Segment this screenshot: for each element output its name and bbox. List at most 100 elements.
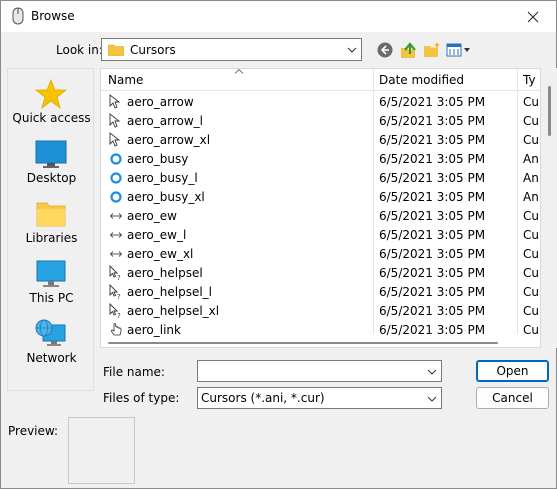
open-button[interactable]: Open bbox=[476, 360, 549, 382]
file-date: 6/5/2021 3:05 PM bbox=[379, 209, 486, 223]
file-row[interactable]: aero_busy 6/5/2021 3:05 PM An bbox=[101, 150, 540, 169]
column-header-name[interactable]: Name bbox=[108, 73, 143, 87]
file-row[interactable]: aero_arrow_xl 6/5/2021 3:05 PM Cu bbox=[101, 131, 540, 150]
places-bar: Quick access Desktop Libraries This PC N… bbox=[7, 68, 94, 391]
place-quick-access[interactable]: Quick access bbox=[8, 73, 95, 129]
file-type-select[interactable]: Cursors (*.ani, *.cur) bbox=[197, 387, 442, 409]
vertical-scrollbar[interactable] bbox=[541, 68, 557, 348]
file-name: aero_ew_xl bbox=[127, 247, 194, 261]
libraries-folder-icon bbox=[36, 202, 66, 227]
cursor-arrow-icon bbox=[109, 132, 121, 147]
file-list[interactable]: Name Date modified Ty aero_arrow 6/5/2021… bbox=[100, 68, 541, 348]
file-name: aero_helpsel_xl bbox=[127, 304, 220, 318]
file-name: aero_busy_xl bbox=[127, 190, 205, 204]
sort-up-icon bbox=[235, 69, 243, 74]
file-type-value: Cursors (*.ani, *.cur) bbox=[201, 391, 325, 405]
cursor-help-icon: ? bbox=[109, 265, 121, 281]
folder-icon bbox=[108, 44, 124, 56]
horizontal-scrollbar[interactable] bbox=[100, 337, 541, 347]
file-row[interactable]: aero_busy_xl 6/5/2021 3:05 PM An bbox=[101, 188, 540, 207]
new-folder-icon bbox=[424, 42, 441, 57]
file-row[interactable]: aero_ew 6/5/2021 3:05 PM Cu bbox=[101, 207, 540, 226]
close-button[interactable] bbox=[510, 1, 556, 32]
file-date: 6/5/2021 3:05 PM bbox=[379, 247, 486, 261]
preview-pane bbox=[68, 417, 135, 484]
svg-text:?: ? bbox=[117, 293, 121, 300]
file-type: Cu bbox=[523, 285, 539, 299]
file-name: aero_ew_l bbox=[127, 228, 187, 242]
cursor-busy-icon bbox=[110, 191, 122, 203]
list-header: Name Date modified Ty bbox=[101, 69, 540, 91]
close-icon bbox=[527, 11, 539, 22]
file-row[interactable]: aero_ew_l 6/5/2021 3:05 PM Cu bbox=[101, 226, 540, 245]
up-folder-button[interactable] bbox=[399, 39, 419, 61]
place-label: This PC bbox=[29, 291, 74, 305]
place-this-pc[interactable]: This PC bbox=[8, 253, 95, 309]
cursor-ew-icon bbox=[109, 232, 123, 238]
window-title: Browse bbox=[31, 9, 75, 23]
file-date: 6/5/2021 3:05 PM bbox=[379, 228, 486, 242]
file-type: Cu bbox=[523, 304, 539, 318]
file-row[interactable]: aero_ew_xl 6/5/2021 3:05 PM Cu bbox=[101, 245, 540, 264]
chevron-down-icon[interactable] bbox=[343, 39, 361, 60]
file-date: 6/5/2021 3:05 PM bbox=[379, 285, 486, 299]
file-row[interactable]: aero_arrow_l 6/5/2021 3:05 PM Cu bbox=[101, 112, 540, 131]
file-type: Cu bbox=[523, 114, 539, 128]
desktop-icon bbox=[35, 140, 67, 168]
place-network[interactable]: Network bbox=[8, 313, 95, 369]
cursor-ew-icon bbox=[109, 251, 123, 257]
file-type: An bbox=[523, 190, 539, 204]
cursor-ew-icon bbox=[109, 213, 123, 219]
cursor-busy-icon bbox=[110, 153, 122, 165]
file-date: 6/5/2021 3:05 PM bbox=[379, 266, 486, 280]
file-date: 6/5/2021 3:05 PM bbox=[379, 323, 486, 337]
file-date: 6/5/2021 3:05 PM bbox=[379, 304, 486, 318]
file-row[interactable]: aero_busy_l 6/5/2021 3:05 PM An bbox=[101, 169, 540, 188]
chevron-down-icon[interactable] bbox=[423, 388, 441, 409]
look-in-label: Look in: bbox=[56, 43, 103, 57]
file-name: aero_busy bbox=[127, 152, 189, 166]
file-type: Cu bbox=[523, 95, 539, 109]
file-type: Cu bbox=[523, 266, 539, 280]
file-type: Cu bbox=[523, 133, 539, 147]
file-type: Cu bbox=[523, 247, 539, 261]
file-type: An bbox=[523, 171, 539, 185]
file-type: Cu bbox=[523, 228, 539, 242]
file-name-combo[interactable] bbox=[197, 360, 442, 382]
file-date: 6/5/2021 3:05 PM bbox=[379, 152, 486, 166]
new-folder-button[interactable] bbox=[422, 39, 442, 61]
horizontal-scroll-thumb[interactable] bbox=[108, 342, 498, 344]
network-icon bbox=[35, 319, 66, 346]
file-type: Cu bbox=[523, 323, 539, 337]
back-button[interactable] bbox=[375, 39, 395, 61]
svg-text:?: ? bbox=[117, 312, 121, 319]
place-desktop[interactable]: Desktop bbox=[8, 133, 95, 189]
file-row[interactable]: ? aero_helpsel_l 6/5/2021 3:05 PM Cu bbox=[101, 283, 540, 302]
column-header-type[interactable]: Ty bbox=[523, 73, 536, 87]
star-icon bbox=[35, 79, 67, 109]
file-row[interactable]: aero_arrow 6/5/2021 3:05 PM Cu bbox=[101, 93, 540, 112]
file-date: 6/5/2021 3:05 PM bbox=[379, 190, 486, 204]
file-row[interactable]: ? aero_helpsel 6/5/2021 3:05 PM Cu bbox=[101, 264, 540, 283]
file-date: 6/5/2021 3:05 PM bbox=[379, 171, 486, 185]
vertical-scroll-thumb[interactable] bbox=[548, 86, 551, 136]
svg-text:?: ? bbox=[117, 274, 121, 281]
column-header-date[interactable]: Date modified bbox=[379, 73, 464, 87]
file-name: aero_arrow bbox=[127, 95, 194, 109]
cursor-help-icon: ? bbox=[109, 303, 121, 319]
look-in-combo[interactable]: Cursors bbox=[101, 38, 362, 61]
preview-label: Preview: bbox=[8, 424, 59, 438]
view-menu-button[interactable] bbox=[446, 39, 472, 61]
place-label: Libraries bbox=[25, 231, 78, 245]
file-row[interactable]: ? aero_helpsel_xl 6/5/2021 3:05 PM Cu bbox=[101, 302, 540, 321]
mouse-icon bbox=[12, 7, 24, 25]
file-name: aero_arrow_xl bbox=[127, 133, 211, 147]
chevron-down-icon[interactable] bbox=[423, 361, 441, 382]
place-libraries[interactable]: Libraries bbox=[8, 193, 95, 249]
file-type: An bbox=[523, 152, 539, 166]
file-type: Cu bbox=[523, 209, 539, 223]
place-label: Quick access bbox=[12, 111, 91, 125]
browse-dialog: Browse Look in: Cursors Quick access Des… bbox=[0, 0, 557, 489]
cancel-button[interactable]: Cancel bbox=[476, 387, 549, 409]
cursor-help-icon: ? bbox=[109, 284, 121, 300]
